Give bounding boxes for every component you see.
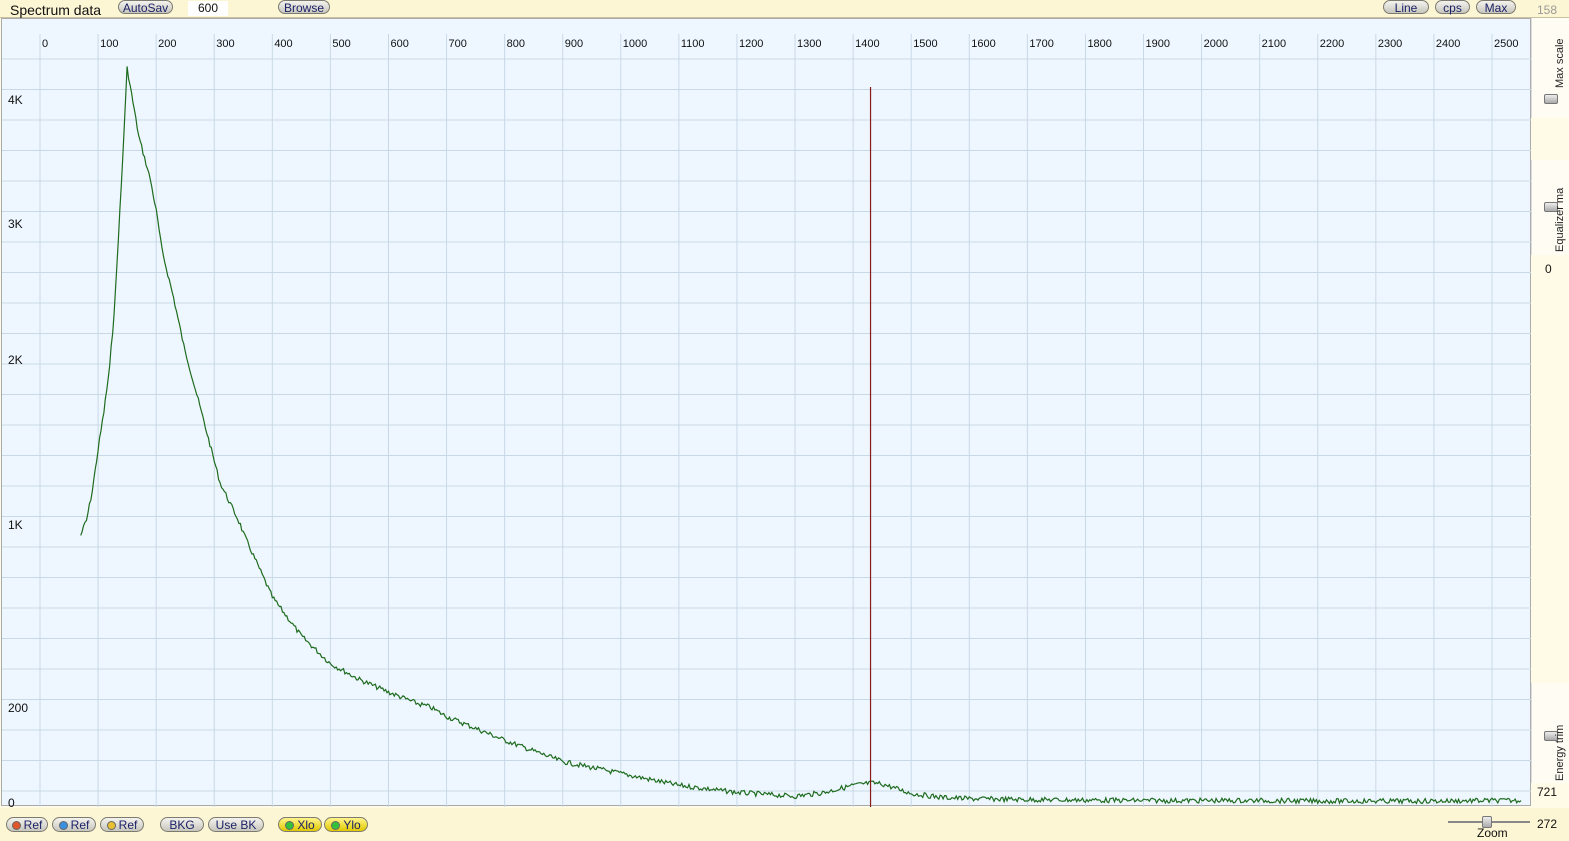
x-tick-label-300: 300 [216,38,234,50]
max-button[interactable]: Max [1476,0,1516,15]
y-tick-label-4K: 4K [8,93,23,107]
energy-trim-label: Energy trim [1554,724,1566,781]
y-tick-label-3K: 3K [8,217,23,231]
spectrum-plot[interactable]: 0 100 200 300 400 500 600 700 800 900 1000 1100 1200… [1,18,1532,807]
y-tick-label-1K: 1K [8,518,23,532]
equalizer-slider[interactable]: Equalizer ma [1531,160,1569,255]
x-tick-label-1100: 1100 [681,38,705,50]
ylo-label: Ylo [343,818,361,832]
autosave-interval-input[interactable]: 600 [188,1,228,16]
x-tick-label-600: 600 [390,38,408,50]
equalizer-value: 0 [1545,262,1552,276]
max-scale-slider[interactable]: Max scale [1531,18,1569,118]
y-tick-label-200: 200 [8,701,28,715]
xlo-led-icon [285,821,295,830]
top-toolbar: Spectrum data [0,0,1569,18]
bkg-button[interactable]: BKG [160,817,204,832]
ref3-led-icon [106,821,116,830]
zoom-label: Zoom [1477,826,1508,840]
x-tick-label-2300: 2300 [1378,38,1402,50]
energy-trim-slider[interactable]: Energy trim [1531,683,1569,783]
max-scale-slider-thumb[interactable] [1544,94,1558,104]
spectrum-title: Spectrum data [10,2,102,18]
x-tick-label-700: 700 [449,38,467,50]
zoom-value: 272 [1537,817,1558,831]
x-tick-label-1000: 1000 [623,38,647,50]
xlo-label: Xlo [297,818,315,832]
x-tick-label-1700: 1700 [1029,38,1053,50]
ref3-label: Ref [118,818,138,832]
x-tick-label-1300: 1300 [797,38,821,50]
x-tick-label-800: 800 [507,38,525,50]
ref-button-3[interactable]: Ref [100,817,144,832]
x-tick-label-2000: 2000 [1204,38,1228,50]
spectrum-chart-svg[interactable]: 0 100 200 300 400 500 600 700 800 900 1000 1100 1200… [2,19,1532,807]
x-tick-label-1500: 1500 [913,38,937,50]
use-bk-button[interactable]: Use BK [208,817,264,832]
y-tick-label-2K: 2K [8,353,23,367]
x-tick-label-1800: 1800 [1087,38,1111,50]
x-tick-label-2500: 2500 [1494,38,1518,50]
x-tick-label-100: 100 [100,38,118,50]
x-tick-label-1900: 1900 [1146,38,1170,50]
x-tick-label-500: 500 [332,38,350,50]
autosave-button[interactable]: AutoSav [118,0,173,15]
ref-button-2[interactable]: Ref [52,817,96,832]
x-tick-label-1200: 1200 [739,38,763,50]
max-scale-label: Max scale [1554,38,1566,88]
cps-button[interactable]: cps [1435,0,1470,15]
ylo-button[interactable]: Ylo [324,817,368,832]
ref2-led-icon [58,821,68,830]
x-tick-label-400: 400 [274,38,292,50]
energy-trim-value: 721 [1537,785,1558,799]
x-tick-label-2200: 2200 [1320,38,1344,50]
spectrum-series-line [80,66,1522,805]
x-tick-label-2400: 2400 [1436,38,1460,50]
x-tick-label-0: 0 [42,38,48,50]
x-tick-label-1600: 1600 [971,38,995,50]
x-tick-label-2100: 2100 [1262,38,1286,50]
line-button[interactable]: Line [1383,0,1429,15]
browse-button[interactable]: Browse [278,0,330,15]
x-tick-label-1400: 1400 [855,38,879,50]
ref1-label: Ref [23,818,43,832]
max-scale-value: 158 [1537,3,1558,17]
xlo-button[interactable]: Xlo [278,817,322,832]
ref2-label: Ref [70,818,90,832]
equalizer-label: Equalizer ma [1554,187,1566,252]
x-tick-label-200: 200 [158,38,176,50]
x-tick-label-900: 900 [565,38,583,50]
y-tick-label-0: 0 [8,796,15,807]
ref-button-1[interactable]: Ref [6,817,48,832]
ref1-led-icon [11,821,21,830]
ylo-led-icon [331,821,341,830]
